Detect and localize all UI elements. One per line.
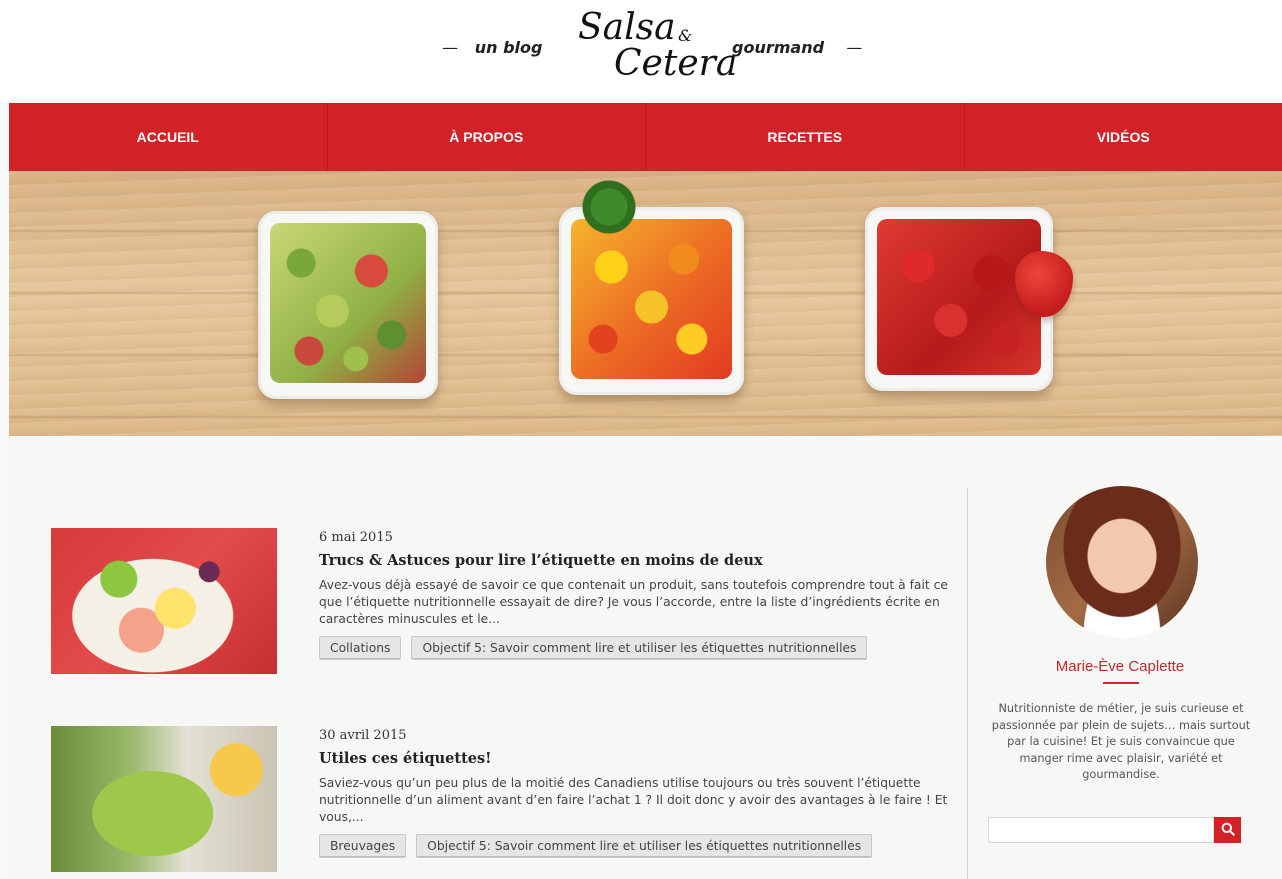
tag-objectif-5[interactable]: Objectif 5: Savoir comment lire et utili…: [411, 636, 868, 660]
salsa-bowl-green: [258, 211, 438, 399]
search-icon: [1221, 822, 1235, 839]
author-avatar: [1046, 486, 1198, 638]
nav-item-accueil[interactable]: ACCUEIL: [9, 103, 327, 171]
post-date: 30 avril 2015: [319, 728, 407, 743]
tagline-right-text: gourmand: [732, 38, 825, 57]
search-input[interactable]: [988, 817, 1214, 843]
tagline-dash-right: —: [846, 38, 863, 57]
post-thumbnail[interactable]: [51, 726, 277, 872]
author-name-underline: [1103, 682, 1139, 684]
site-header: — un blog Salsa & Cetera gourmand —: [0, 0, 1282, 103]
search-button[interactable]: [1214, 817, 1241, 843]
post-tags: Breuvages Objectif 5: Savoir comment lir…: [319, 834, 951, 858]
cilantro-garnish: [574, 177, 644, 237]
post-title-link[interactable]: Trucs & Astuces pour lire l’étiquette en…: [319, 552, 951, 569]
author-name: Marie-Ève Caplette: [1055, 658, 1185, 675]
post-thumbnail[interactable]: [51, 528, 277, 674]
logo-word-cetera: Cetera: [614, 43, 738, 84]
tagline-dash-left: —: [442, 38, 458, 57]
logo-word-salsa: Salsa: [578, 7, 676, 48]
main-nav: ACCUEIL À PROPOS RECETTES VIDÉOS: [9, 103, 1282, 171]
author-bio: Nutritionniste de métier, je suis curieu…: [991, 702, 1251, 781]
search-form: [988, 817, 1241, 843]
nav-item-recettes[interactable]: RECETTES: [645, 103, 964, 171]
post-excerpt: Saviez-vous qu’un peu plus de la moitié …: [319, 776, 948, 824]
tag-collations[interactable]: Collations: [319, 636, 402, 660]
post-excerpt: Avez-vous déjà essayé de savoir ce que c…: [319, 578, 948, 626]
tagline-left-text: un blog: [474, 38, 543, 57]
tagline-left: — un blog: [442, 38, 542, 57]
post-date: 6 mai 2015: [319, 530, 393, 545]
sidebar: Marie-Ève Caplette Nutritionniste de mét…: [979, 436, 1273, 879]
main-content: 6 mai 2015 Trucs & Astuces pour lire l’é…: [9, 436, 1282, 879]
nav-item-a-propos[interactable]: À PROPOS: [326, 103, 646, 171]
post-body: 6 mai 2015 Trucs & Astuces pour lire l’é…: [319, 528, 951, 660]
hero-banner: [9, 171, 1282, 436]
sidebar-divider: [967, 488, 968, 879]
tag-objectif-5[interactable]: Objectif 5: Savoir comment lire et utili…: [416, 834, 873, 858]
post-body: 30 avril 2015 Utiles ces étiquettes! Sav…: [319, 726, 951, 858]
tagline-right: gourmand —: [732, 38, 862, 57]
post-title-link[interactable]: Utiles ces étiquettes!: [319, 750, 951, 767]
site-logo[interactable]: Salsa & Cetera: [574, 7, 737, 88]
post-tags: Collations Objectif 5: Savoir comment li…: [319, 636, 951, 660]
nav-item-videos[interactable]: VIDÉOS: [963, 103, 1282, 171]
tag-breuvages[interactable]: Breuvages: [319, 834, 407, 858]
salsa-bowl-mango: [559, 207, 744, 395]
